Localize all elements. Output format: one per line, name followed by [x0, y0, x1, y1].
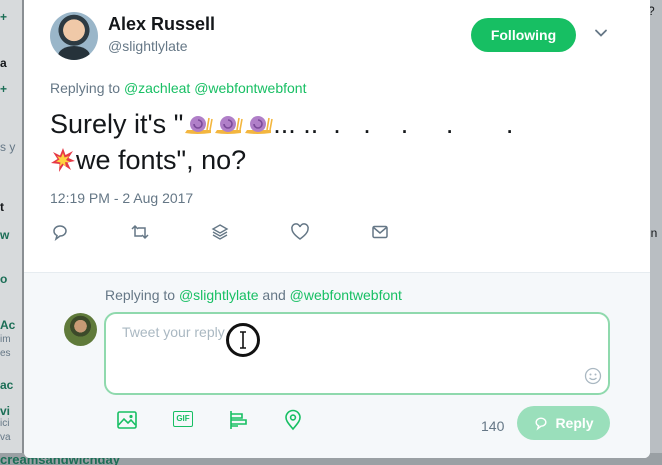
heart-icon[interactable]	[290, 222, 310, 242]
bg-fragment: +	[0, 10, 8, 24]
tweet-text-end: we fonts", no?	[76, 145, 247, 175]
tweet-detail-modal: Alex Russell @slightlylate Following Rep…	[24, 0, 650, 458]
author-avatar[interactable]	[50, 12, 98, 60]
reply-replying-and: and	[262, 287, 286, 303]
background-page-left: + a + s y t w o Ac im es ac vi ici va	[0, 0, 22, 465]
bg-fragment: va	[0, 432, 11, 443]
text-cursor-icon	[240, 331, 246, 349]
user-avatar[interactable]	[64, 313, 97, 346]
gif-icon[interactable]: GIF	[173, 411, 193, 427]
character-counter: 140	[481, 418, 505, 434]
location-icon[interactable]	[282, 409, 304, 431]
mention-link[interactable]: @webfontwebfont	[194, 80, 306, 96]
mention-link[interactable]: @slightlylate	[179, 287, 259, 303]
mention-link[interactable]: @zachleat	[124, 80, 190, 96]
author-handle[interactable]: @slightlylate	[108, 38, 188, 54]
bg-fragment: +	[0, 82, 8, 96]
retweet-icon[interactable]	[130, 222, 150, 242]
bg-fragment: a	[0, 56, 7, 70]
bg-fragment: im	[0, 334, 11, 345]
snail-icon	[215, 116, 244, 134]
reply-replying-prefix: Replying to	[105, 287, 176, 303]
reply-replying-to: Replying to @slightlylate and @webfontwe…	[105, 287, 402, 303]
reply-input[interactable]	[122, 324, 572, 340]
dm-icon[interactable]	[370, 222, 390, 242]
image-icon[interactable]	[116, 409, 138, 431]
reply-box[interactable]	[104, 312, 610, 395]
bg-fragment: ici	[0, 418, 10, 429]
reply-bubble-icon	[535, 417, 547, 431]
reply-composer: Replying to @slightlylate and @webfontwe…	[24, 272, 650, 458]
reply-icon[interactable]	[50, 222, 70, 242]
poll-icon[interactable]	[228, 409, 250, 431]
replying-prefix: Replying to	[50, 80, 121, 96]
bg-fragment: Ac	[0, 318, 16, 332]
following-button[interactable]: Following	[471, 18, 576, 52]
bg-fragment: ac	[0, 378, 14, 392]
background-page-right: ? in	[648, 0, 662, 465]
stack-icon[interactable]	[210, 222, 230, 242]
tweet: Alex Russell @slightlylate Following Rep…	[24, 0, 650, 272]
tweet-text-start: Surely it's "	[50, 109, 184, 139]
chevron-down-icon[interactable]	[594, 26, 608, 40]
reply-button-label: Reply	[555, 415, 594, 431]
tweet-timestamp[interactable]: 12:19 PM - 2 Aug 2017	[50, 190, 193, 206]
emoji-icon[interactable]	[584, 367, 602, 385]
snail-icon	[245, 116, 274, 134]
tweet-text: Surely it's " ... .. . . . . . we fonts"…	[50, 106, 630, 178]
mention-link[interactable]: @webfontwebfont	[290, 287, 402, 303]
bg-fragment: o	[0, 272, 8, 286]
mouse-cursor-indicator	[226, 323, 260, 357]
bg-fragment: es	[0, 348, 11, 359]
collision-icon	[51, 148, 75, 172]
bg-fragment: w	[0, 228, 10, 242]
replying-to: Replying to @zachleat @webfontwebfont	[50, 80, 306, 96]
snail-icon	[185, 116, 214, 134]
author-name[interactable]: Alex Russell	[108, 14, 215, 35]
bg-fragment: s y	[0, 140, 16, 154]
reply-button[interactable]: Reply	[517, 406, 610, 440]
bg-fragment: t	[0, 200, 4, 214]
tweet-text-dots: ... .. . . . . .	[273, 109, 514, 139]
bg-fragment: vi	[0, 404, 11, 418]
